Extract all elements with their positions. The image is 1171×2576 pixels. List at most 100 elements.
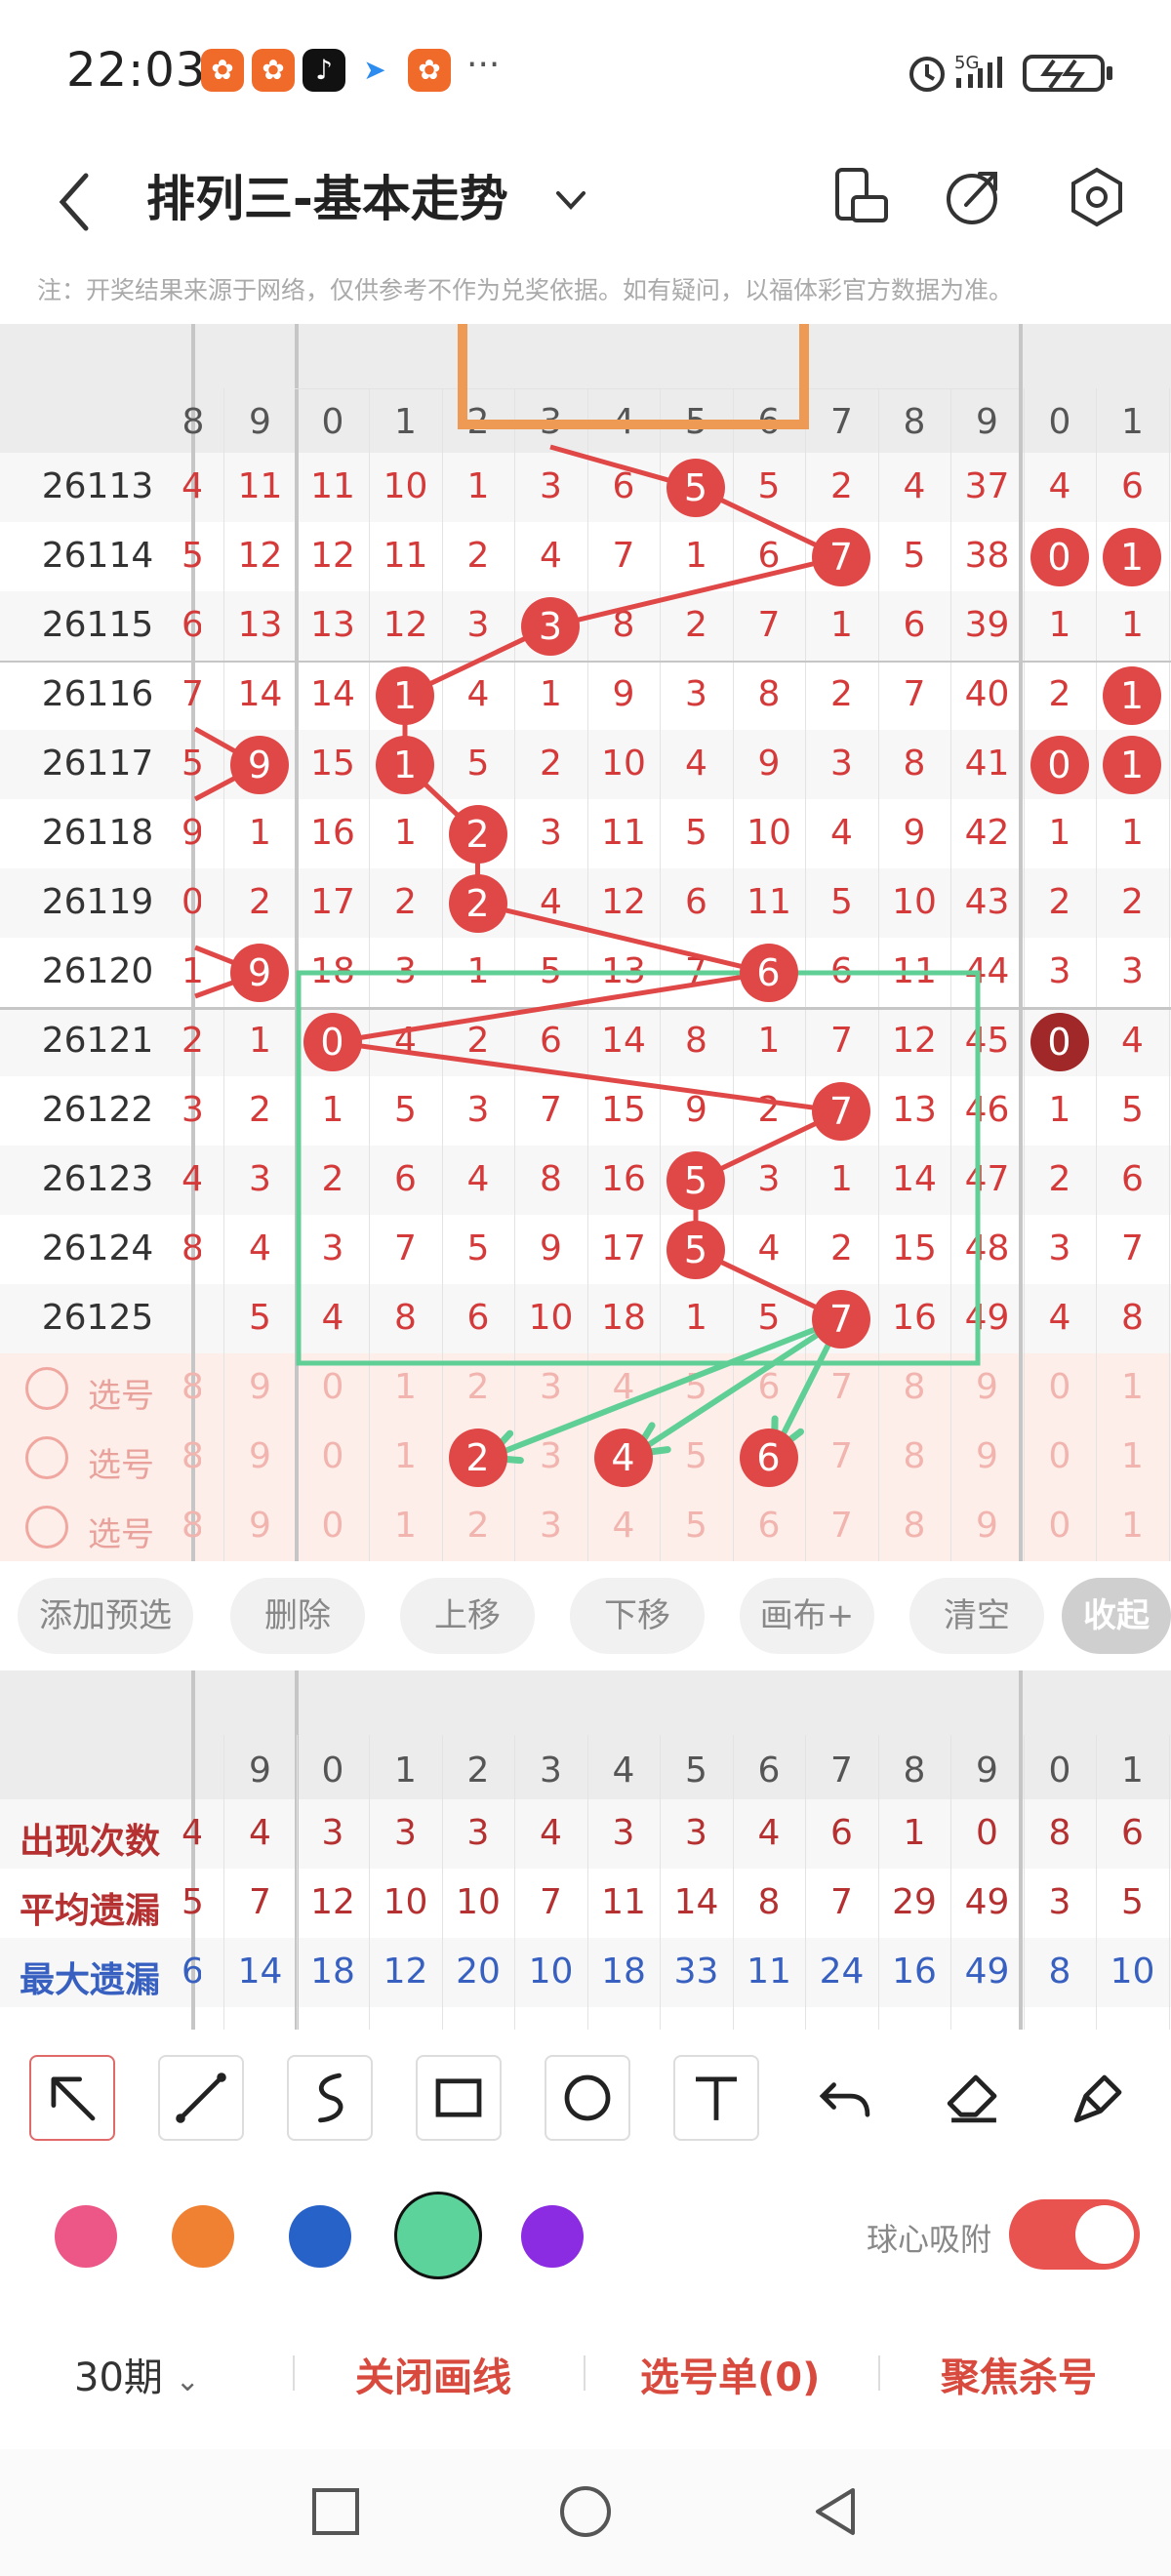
curve-icon[interactable] <box>287 2055 373 2141</box>
period-count-select[interactable]: 30期 ⌄ <box>74 2346 200 2402</box>
circle-icon[interactable] <box>545 2055 630 2141</box>
collapse-button[interactable]: 收起 <box>1062 1578 1171 1654</box>
pick-toolbar: 添加预选 删除 上移 下移 画布+ 清空 收起 <box>0 1566 1171 1664</box>
number-ball[interactable]: 1 <box>1103 528 1161 586</box>
number-ball[interactable]: 2 <box>448 874 507 933</box>
snap-toggle[interactable] <box>1009 2199 1140 2270</box>
rotate-screen-icon[interactable] <box>824 160 898 234</box>
column-number-header: 3 <box>540 1751 562 1791</box>
number-ball[interactable]: 3 <box>521 597 580 656</box>
number-ball[interactable]: 0 <box>1030 528 1089 586</box>
delete-button[interactable]: 删除 <box>230 1578 365 1654</box>
stats-value: 24 <box>819 1952 865 1992</box>
column-number-header: 0 <box>321 1751 344 1791</box>
undo-icon[interactable] <box>802 2055 888 2141</box>
stats-value: 18 <box>601 1952 646 1992</box>
column-number-header: 0 <box>1048 1751 1071 1791</box>
pick-ball[interactable]: 6 <box>739 1429 798 1487</box>
clipped-cell: 5 <box>182 1882 201 1922</box>
home-icon[interactable] <box>558 2484 613 2539</box>
line-icon[interactable] <box>158 2055 244 2141</box>
number-ball[interactable]: 7 <box>812 528 870 586</box>
number-ball[interactable]: 9 <box>230 944 289 1002</box>
divider <box>584 2355 586 2391</box>
orange-annotation-rect <box>458 324 809 429</box>
system-status-icons: 5G <box>909 53 1112 92</box>
chevron-down-icon: ⌄ <box>175 2364 200 2398</box>
stats-value: 0 <box>976 1813 998 1853</box>
canvas-plus-button[interactable]: 画布+ <box>740 1578 874 1654</box>
number-ball[interactable]: 1 <box>1103 666 1161 725</box>
pick-ball[interactable]: 2 <box>448 1429 507 1487</box>
share-icon[interactable] <box>937 160 1011 234</box>
number-ball[interactable]: 1 <box>376 736 434 794</box>
number-ball[interactable]: 1 <box>376 666 434 725</box>
status-time: 22:03 <box>66 43 207 98</box>
signal-icon <box>968 74 973 88</box>
number-ball[interactable]: 6 <box>739 944 798 1002</box>
recent-apps-icon[interactable] <box>310 2486 361 2537</box>
bird-app-icon: ➤ <box>353 49 396 92</box>
number-ball[interactable]: 5 <box>666 1221 725 1279</box>
color-swatch[interactable] <box>394 2192 482 2279</box>
stats-value: 14 <box>237 1952 283 1992</box>
number-ball[interactable]: 0 <box>1030 736 1089 794</box>
pick-list-button[interactable]: 选号单(0) <box>640 2346 820 2402</box>
stats-value: 8 <box>757 1882 781 1922</box>
stats-value: 8 <box>1048 1952 1071 1992</box>
column-number-header: 4 <box>612 1751 635 1791</box>
tiktok-icon: ♪ <box>303 49 345 92</box>
clipped-cell: 4 <box>182 1813 201 1853</box>
stats-row-label: 平均遗漏 <box>20 1891 161 1931</box>
number-ball[interactable]: 7 <box>812 1290 870 1348</box>
color-swatch[interactable] <box>289 2205 351 2268</box>
color-swatch[interactable] <box>172 2205 234 2268</box>
page-title: 排列三-基本走势 <box>146 171 508 227</box>
column-number-header: 8 <box>903 1751 926 1791</box>
pick-ball[interactable]: 4 <box>593 1429 653 1487</box>
chevron-down-icon[interactable] <box>546 176 595 224</box>
bottom-action-bar: 30期 ⌄ 关闭画线 选号单(0) 聚焦杀号 <box>0 2303 1171 2449</box>
back-nav-icon[interactable] <box>808 2484 863 2539</box>
color-swatch[interactable] <box>521 2205 584 2268</box>
drawing-toolbar <box>0 2030 1171 2166</box>
stats-value: 10 <box>528 1952 574 1992</box>
top-header: 排列三-基本走势 <box>0 146 1171 263</box>
stats-value: 10 <box>456 1882 501 1922</box>
stats-value: 16 <box>892 1952 937 1992</box>
number-ball[interactable]: 5 <box>666 1151 725 1210</box>
stats-value: 10 <box>383 1882 428 1922</box>
text-icon[interactable] <box>673 2055 759 2141</box>
settings-icon[interactable] <box>1060 160 1134 234</box>
arrow-select-icon[interactable] <box>29 2055 115 2141</box>
number-ball[interactable]: 9 <box>230 736 289 794</box>
number-ball[interactable]: 2 <box>448 805 507 864</box>
focus-kill-button[interactable]: 聚焦杀号 <box>941 2346 1097 2402</box>
clear-button[interactable]: 清空 <box>909 1578 1044 1654</box>
trend-lines-overlay <box>193 324 981 1465</box>
stats-value: 33 <box>673 1952 719 1992</box>
number-ball[interactable]: 1 <box>1103 736 1161 794</box>
rectangle-icon[interactable] <box>416 2055 502 2141</box>
eraser-icon[interactable] <box>931 2055 1017 2141</box>
close-draw-button[interactable]: 关闭画线 <box>355 2346 511 2402</box>
column-number-header: 1 <box>394 1751 417 1791</box>
battery-icon <box>1023 55 1105 92</box>
snap-label: 球心吸附 <box>867 2221 992 2258</box>
stats-value: 3 <box>321 1813 344 1853</box>
move-up-button[interactable]: 上移 <box>400 1578 535 1654</box>
number-ball[interactable]: 7 <box>812 1082 870 1141</box>
number-ball[interactable]: 5 <box>666 459 725 517</box>
stats-value: 49 <box>964 1952 1010 1992</box>
number-ball[interactable]: 0 <box>1030 1013 1089 1071</box>
column-number-header: 9 <box>976 1751 998 1791</box>
back-icon[interactable] <box>49 158 107 246</box>
move-down-button[interactable]: 下移 <box>570 1578 705 1654</box>
stats-value: 29 <box>892 1882 937 1922</box>
stats-value: 7 <box>249 1882 271 1922</box>
number-ball[interactable]: 0 <box>303 1013 362 1071</box>
color-swatch[interactable] <box>55 2205 117 2268</box>
brush-icon[interactable] <box>1056 2055 1142 2141</box>
column-number-header: 1 <box>1121 1751 1144 1791</box>
add-preselect-button[interactable]: 添加预选 <box>18 1578 193 1654</box>
